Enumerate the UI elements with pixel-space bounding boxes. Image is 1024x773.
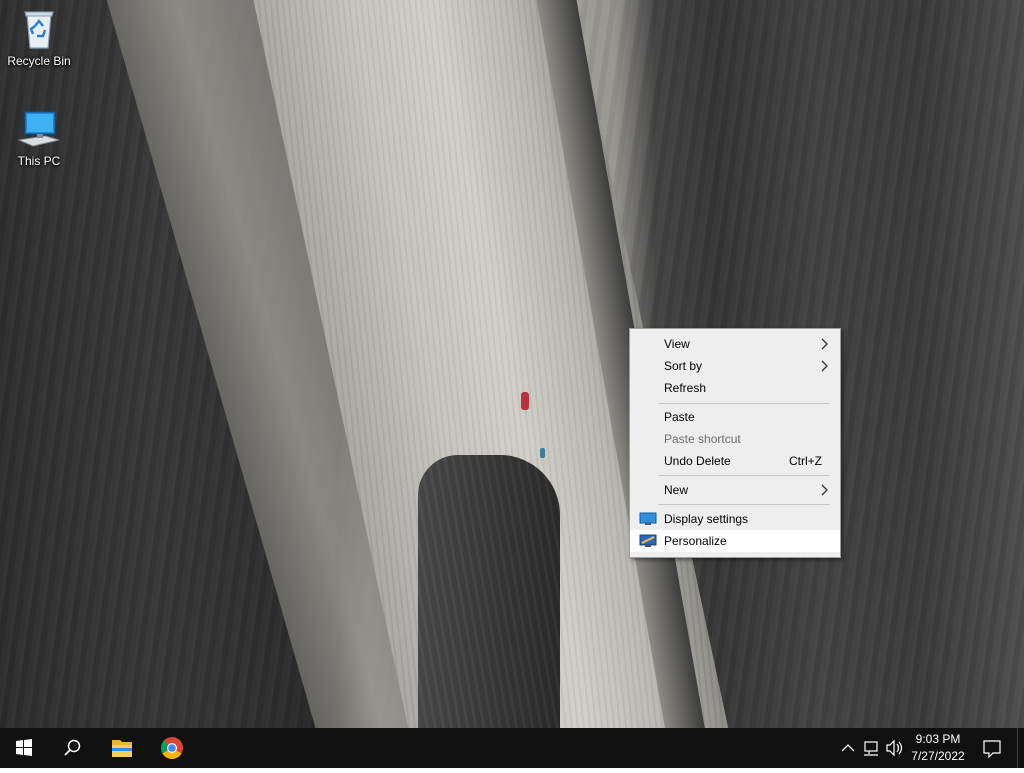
wallpaper-climber [540,448,545,458]
taskbar: 9:03 PM 7/27/2022 [0,728,1024,768]
chevron-right-icon [821,484,828,496]
wallpaper-climber [521,392,529,410]
desktop-icon-this-pc[interactable]: This PC [1,106,77,168]
menu-item-shortcut: Ctrl+Z [789,454,822,468]
network-button[interactable] [860,728,884,768]
menu-item-label: Sort by [664,359,703,373]
menu-item-view[interactable]: View [630,333,840,355]
action-center-icon [983,740,1001,759]
menu-item-paste-shortcut[interactable]: Paste shortcut [630,428,840,450]
menu-item-label: View [664,337,690,351]
desktop-icon-label: This PC [17,154,61,168]
menu-item-label: Refresh [664,381,707,395]
menu-item-paste[interactable]: Paste [630,406,840,428]
clock-date: 7/27/2022 [911,749,965,763]
taskbar-chrome[interactable] [148,728,196,768]
desktop-icon-label: Recycle Bin [7,54,71,68]
menu-item-label: Paste [664,410,695,424]
search-icon [64,739,81,756]
chevron-right-icon [821,338,828,350]
menu-separator [658,403,830,404]
network-icon [864,741,878,756]
show-desktop-button[interactable] [1017,728,1024,768]
menu-separator [658,475,830,476]
menu-separator [658,504,830,505]
display-settings-icon [639,512,657,525]
menu-item-display-settings[interactable]: Display settings [630,508,840,530]
menu-item-label: Personalize [664,534,727,548]
menu-item-label: Paste shortcut [664,432,741,446]
menu-item-label: New [664,483,689,497]
file-explorer-icon [112,740,132,757]
chevron-up-icon [841,744,855,752]
personalize-icon [639,534,657,547]
search-button[interactable] [48,728,96,768]
menu-item-undo-delete[interactable]: Undo Delete Ctrl+Z [630,450,840,472]
show-hidden-icons-button[interactable] [836,728,860,768]
action-center-button[interactable] [978,728,1006,768]
chevron-right-icon [821,360,828,372]
desktop-icon-recycle-bin[interactable]: Recycle Bin [1,6,77,68]
taskbar-clock[interactable]: 9:03 PM 7/27/2022 [898,731,978,765]
recycle-bin-icon [15,6,63,52]
taskbar-file-explorer[interactable] [98,728,146,768]
start-button[interactable] [0,728,48,768]
menu-item-new[interactable]: New [630,479,840,501]
wallpaper-boulder [418,455,560,728]
clock-time: 9:03 PM [915,732,961,746]
desktop-context-menu: View Sort by Refresh Paste Paste shortcu… [629,328,841,558]
this-pc-icon [15,106,63,152]
windows-logo-icon [16,739,32,756]
menu-item-sort-by[interactable]: Sort by [630,355,840,377]
desktop[interactable]: Recycle Bin This PC [0,0,1024,728]
menu-item-personalize[interactable]: Personalize [630,530,840,552]
menu-item-label: Display settings [664,512,749,526]
menu-item-refresh[interactable]: Refresh [630,377,840,399]
menu-item-label: Undo Delete [664,454,731,468]
chrome-icon [161,737,183,759]
